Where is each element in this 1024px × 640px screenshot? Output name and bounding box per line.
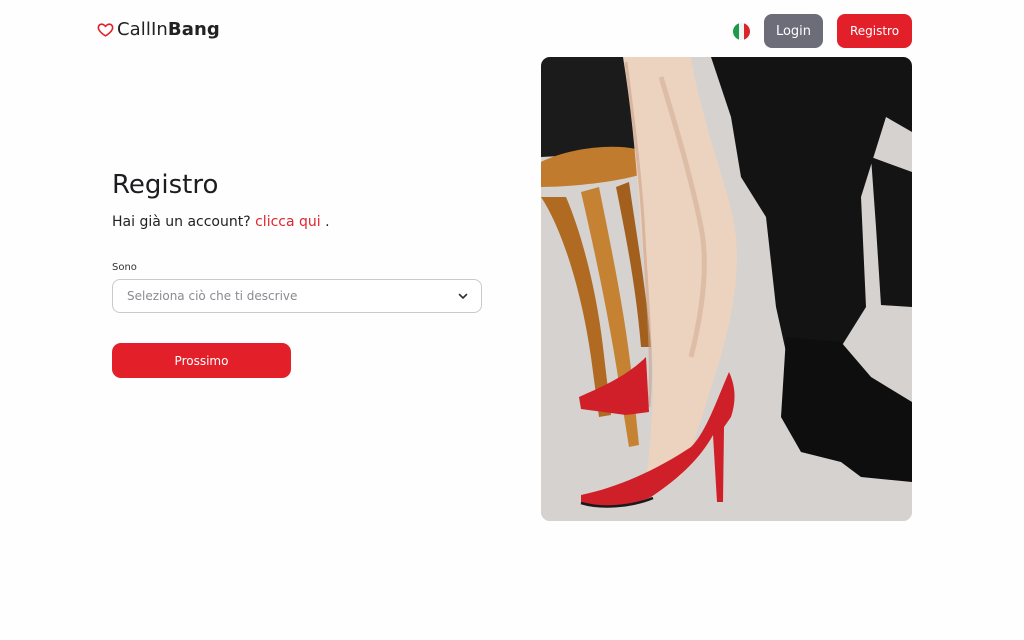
italy-flag-icon[interactable] bbox=[733, 23, 750, 40]
page-title: Registro bbox=[112, 170, 219, 200]
heart-icon bbox=[97, 23, 114, 37]
register-button[interactable]: Registro bbox=[837, 14, 912, 48]
login-button[interactable]: Login bbox=[764, 14, 823, 48]
brand-logo[interactable]: CallInBang bbox=[97, 19, 220, 40]
next-button[interactable]: Prossimo bbox=[112, 343, 291, 378]
brand-name: CallInBang bbox=[117, 19, 220, 40]
hero-illustration bbox=[541, 57, 912, 521]
legs-heels-illustration bbox=[541, 57, 912, 521]
login-prompt: Hai già un account? clicca qui . bbox=[112, 214, 330, 230]
select-placeholder: Seleziona ciò che ti descrive bbox=[127, 289, 298, 303]
identity-select[interactable]: Seleziona ciò che ti descrive bbox=[112, 279, 482, 313]
chevron-down-icon bbox=[458, 293, 468, 299]
login-link[interactable]: clicca qui bbox=[255, 214, 321, 230]
field-label: Sono bbox=[112, 262, 137, 273]
